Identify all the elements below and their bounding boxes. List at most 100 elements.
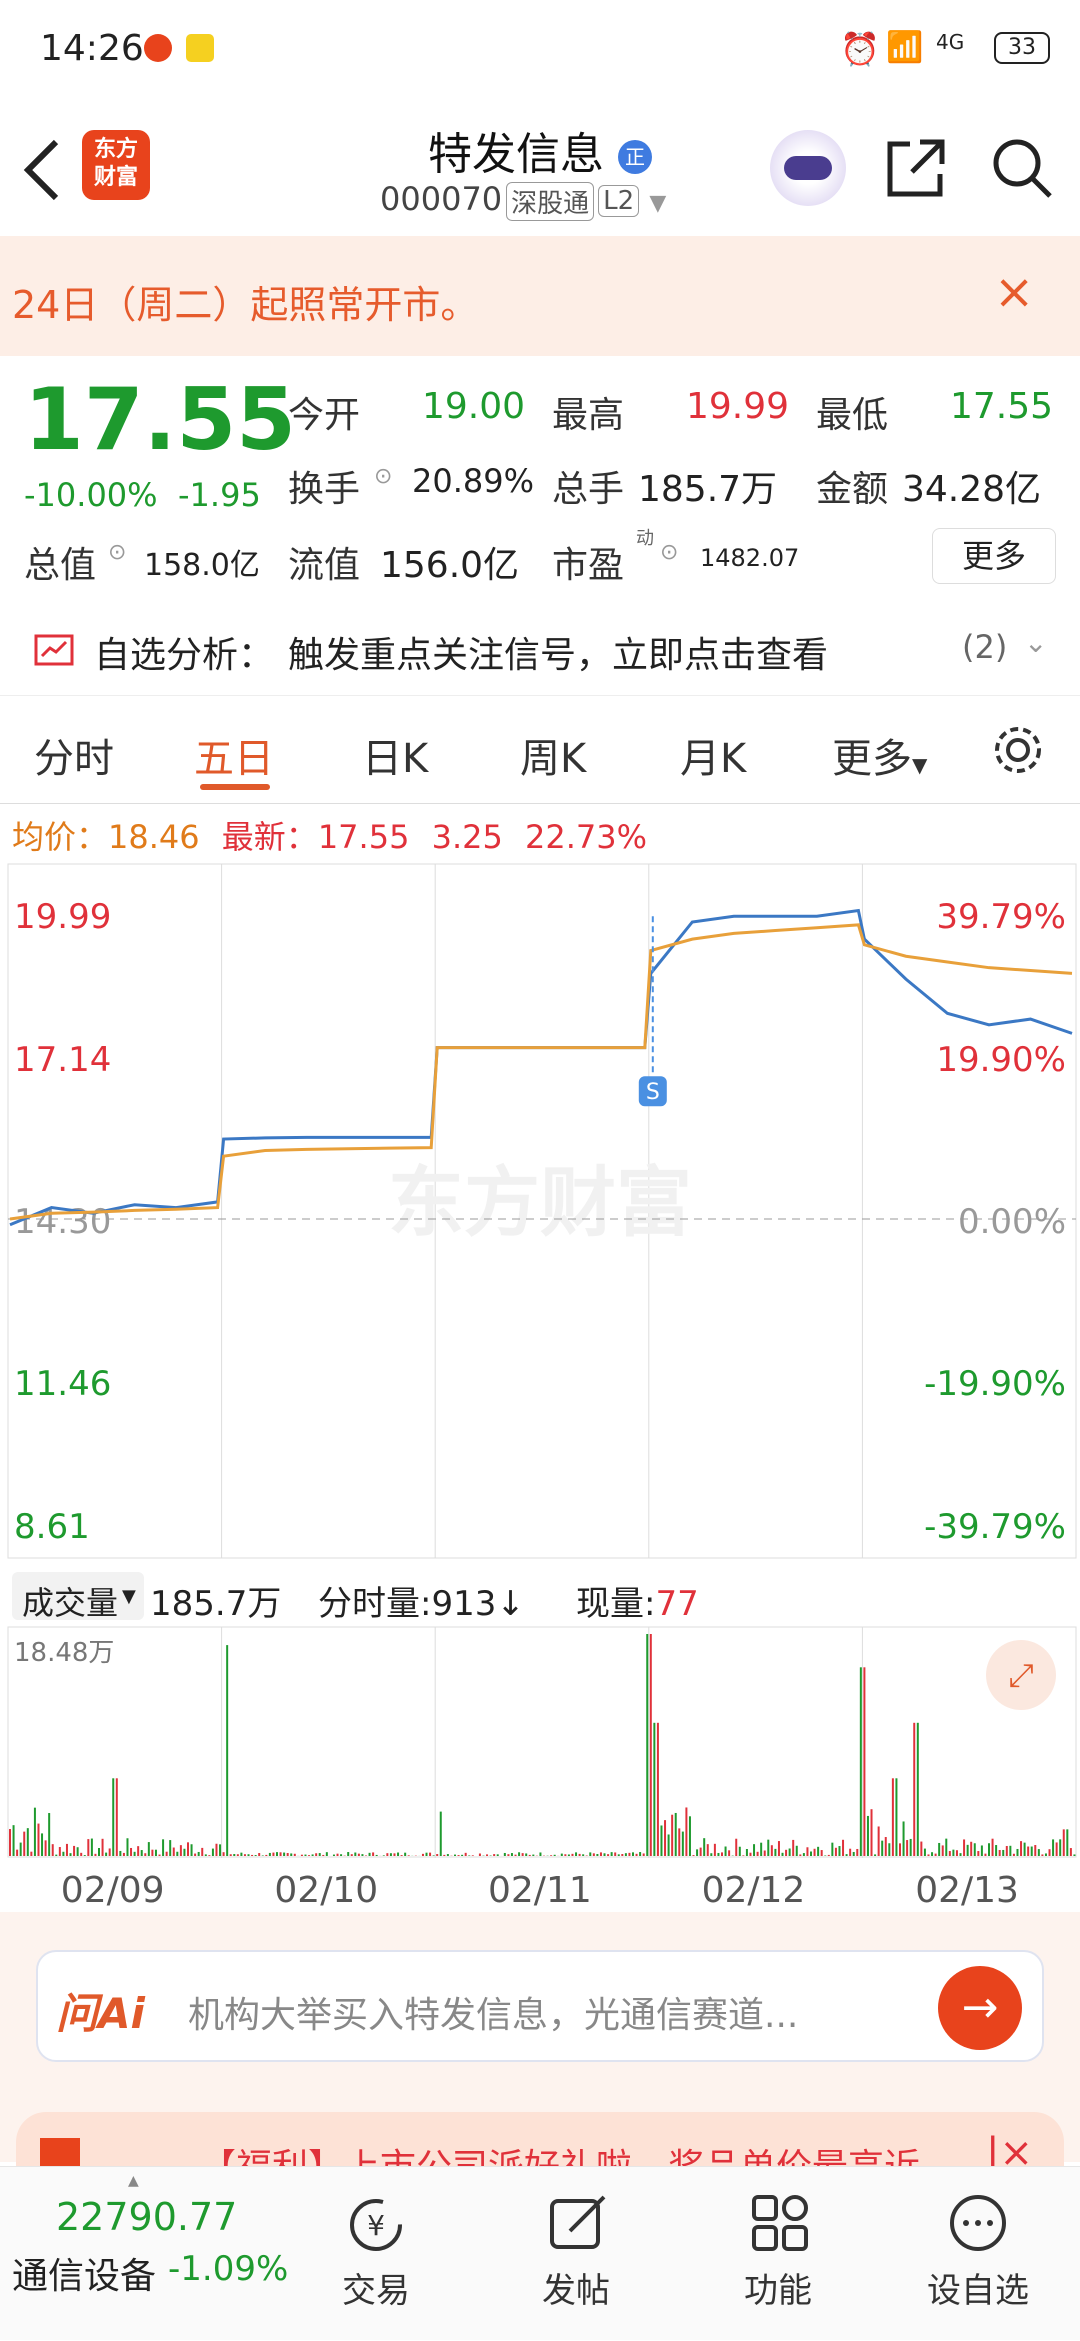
volume-bar	[782, 1853, 784, 1856]
watermark: 东方财富	[388, 1158, 692, 1247]
volume-bar	[27, 1828, 29, 1856]
index-value: 22790.77	[56, 2195, 237, 2239]
tab-weekly-k[interactable]: 周K	[520, 726, 586, 784]
tab-fenshi[interactable]: 分时	[34, 726, 114, 784]
date-label: 02/13	[915, 1870, 1019, 1911]
volume-bar	[141, 1850, 143, 1856]
close-icon[interactable]: ×	[994, 264, 1034, 320]
volume-selector[interactable]: 成交量 ▼	[12, 1572, 144, 1620]
info-icon[interactable]: ⊙	[374, 464, 392, 489]
volume-bar	[767, 1840, 769, 1856]
volume-bar	[803, 1853, 805, 1856]
analysis-row[interactable]: 自选分析： 触发重点关注信号，立即点击查看 (2) ⌄	[0, 604, 1080, 696]
volume-chart[interactable]	[0, 1626, 1080, 1860]
share-icon[interactable]	[884, 136, 948, 200]
volume-bar	[949, 1851, 951, 1856]
volume-bar	[94, 1854, 96, 1856]
volume-bar	[657, 1723, 659, 1856]
volume-bar	[404, 1853, 406, 1856]
volume-bar	[226, 1645, 228, 1856]
tab-wuri[interactable]: 五日	[194, 726, 274, 784]
chevron-down-icon: ▼	[122, 1586, 136, 1607]
volume-bar	[977, 1851, 979, 1856]
volume-bar	[102, 1839, 104, 1856]
turnover-label: 换手	[288, 460, 360, 512]
volume-bar	[796, 1846, 798, 1856]
volume-bar	[618, 1854, 620, 1856]
robot-assistant-icon[interactable]	[770, 130, 846, 206]
ai-question-bar[interactable]: 问Ai 机构大举买入特发信息，光通信赛道... →	[36, 1950, 1044, 2062]
app-notification-icon-2	[186, 34, 214, 62]
volume-value: 185.7万	[638, 460, 777, 512]
volume-bar	[180, 1845, 182, 1856]
volume-bar	[984, 1854, 986, 1856]
index-name: 通信设备	[12, 2247, 156, 2299]
stock-code-line[interactable]: 000070深股通L2 ▼	[380, 180, 666, 221]
info-icon-2[interactable]: ⊙	[108, 540, 126, 565]
open-value: 19.00	[422, 386, 525, 427]
tab-more[interactable]: 更多▼	[832, 726, 927, 784]
alarm-icon: ⏰	[840, 30, 880, 68]
index-ticker[interactable]: ▲ 22790.77 通信设备 -1.09%	[0, 2167, 290, 2341]
volume-bar	[967, 1845, 969, 1856]
svg-text:¥: ¥	[367, 2209, 385, 2242]
high-label: 最高	[552, 386, 624, 438]
volume-bar	[169, 1840, 171, 1856]
volume-bar	[41, 1833, 43, 1856]
volume-bar	[1056, 1842, 1058, 1856]
search-icon[interactable]	[990, 136, 1054, 200]
volume-bar	[237, 1854, 239, 1856]
index-change: -1.09%	[168, 2249, 288, 2289]
network-type: 4G	[936, 30, 964, 54]
volume-bar	[892, 1778, 894, 1856]
low-value: 17.55	[950, 386, 1053, 427]
volume-bar	[582, 1854, 584, 1856]
volume-bar	[913, 1723, 915, 1856]
volume-bar	[219, 1844, 221, 1856]
promo-banner[interactable]: 【福利】上市公司派好礼啦，奖品单价最高近 |×	[16, 2112, 1064, 2172]
volume-bar	[251, 1855, 253, 1856]
volume-bar	[151, 1850, 153, 1856]
volume-bar	[1041, 1854, 1043, 1856]
settings-gear-icon[interactable]	[990, 722, 1046, 778]
tab-monthly-k[interactable]: 月K	[680, 726, 746, 784]
more-button[interactable]: 更多	[932, 528, 1056, 584]
mktcap-value: 158.0亿	[144, 540, 260, 584]
price-chart[interactable]: 东方财富19.9939.79%17.1419.90%14.300.00%11.4…	[0, 860, 1080, 1570]
volume-bar	[269, 1853, 271, 1856]
volume-bar	[604, 1853, 606, 1856]
notice-banner[interactable]: 24日（周二）起照常开市。 ×	[0, 236, 1080, 356]
volume-bar	[372, 1852, 374, 1856]
info-icon-3[interactable]: ⊙	[660, 540, 678, 565]
analysis-count: (2)	[962, 628, 1007, 666]
tab-daily-k[interactable]: 日K	[362, 726, 428, 784]
volume-bar	[1020, 1841, 1022, 1856]
high-value: 19.99	[686, 386, 789, 427]
open-label: 今开	[288, 386, 360, 438]
volume-bar	[1009, 1846, 1011, 1856]
volume-frame	[8, 1627, 1076, 1857]
volume-bar	[561, 1854, 563, 1856]
y-tick-left: 8.61	[14, 1507, 90, 1547]
volume-bar	[20, 1843, 22, 1856]
volume-bar	[255, 1855, 257, 1856]
volume-bar	[62, 1852, 64, 1856]
volume-bar	[874, 1854, 876, 1856]
stock-code: 000070	[380, 180, 502, 218]
volume-bar	[112, 1778, 114, 1856]
volume-bar	[571, 1854, 573, 1856]
volume-bar	[433, 1855, 435, 1856]
chart-tabs: 分时 五日 日K 周K 月K 更多▼	[0, 700, 1080, 804]
volume-bar	[792, 1840, 794, 1856]
arrow-right-icon[interactable]: →	[938, 1966, 1022, 2050]
market-tag: 深股通	[506, 182, 594, 221]
volume-bar	[895, 1778, 897, 1856]
pe-label: 市盈	[552, 536, 624, 588]
last-change-pct: 22.73%	[525, 818, 647, 856]
volume-bar	[842, 1840, 844, 1856]
volume-bar	[80, 1853, 82, 1856]
volume-bar	[522, 1853, 524, 1856]
expand-icon[interactable]: ⤢	[986, 1640, 1056, 1710]
volume-bar	[397, 1853, 399, 1856]
ai-prompt-text: 机构大举买入特发信息，光通信赛道...	[188, 1986, 798, 2038]
